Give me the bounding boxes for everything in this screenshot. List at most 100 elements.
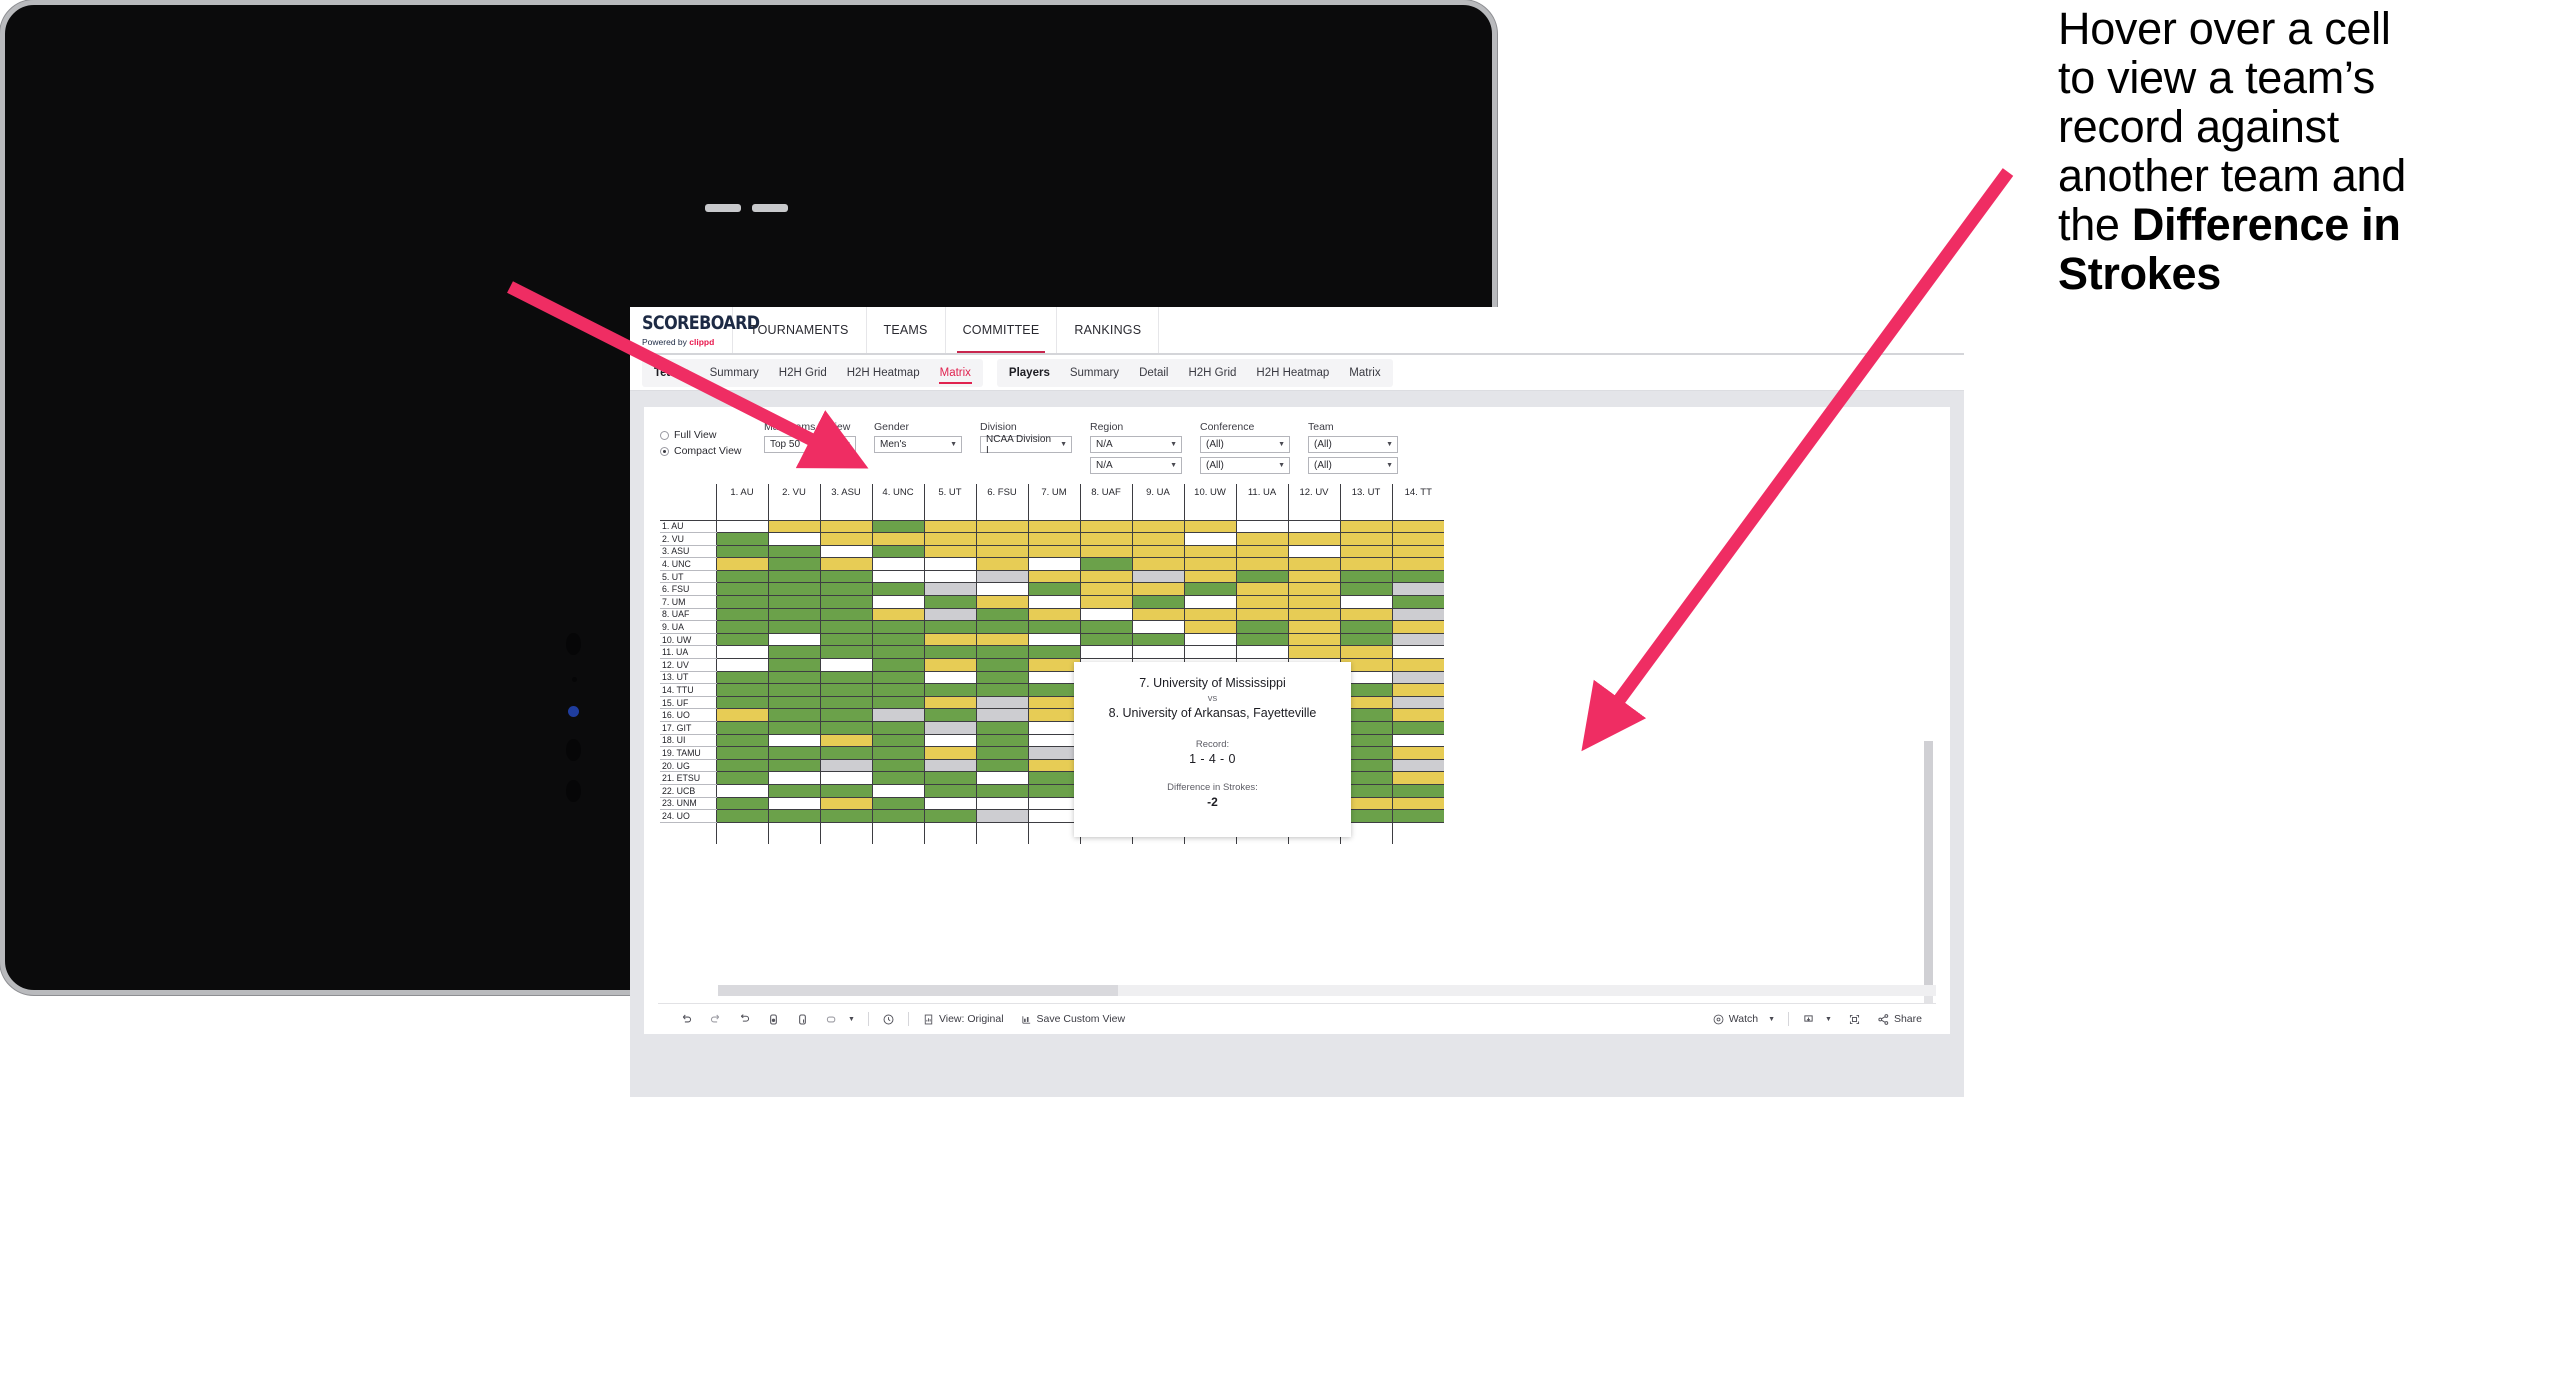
matrix-cell[interactable]	[1235, 520, 1288, 534]
matrix-cell[interactable]	[1287, 570, 1340, 584]
matrix-cell[interactable]	[923, 557, 976, 571]
matrix-cell[interactable]	[1287, 545, 1340, 559]
matrix-cell[interactable]	[715, 595, 768, 609]
matrix-cell[interactable]	[1235, 595, 1288, 609]
radio-full-view[interactable]: Full View	[660, 429, 764, 441]
matrix-cell[interactable]	[1339, 645, 1392, 660]
matrix-cell[interactable]	[715, 520, 768, 534]
matrix-cell[interactable]	[871, 595, 924, 609]
matrix-cell[interactable]	[1391, 708, 1444, 722]
matrix-cell[interactable]	[715, 557, 768, 571]
matrix-cell[interactable]	[819, 545, 872, 559]
matrix-cell[interactable]	[1287, 557, 1340, 571]
matrix-cell[interactable]	[923, 582, 976, 597]
matrix-cell[interactable]	[923, 658, 976, 672]
matrix-cell[interactable]	[871, 708, 924, 722]
radio-compact-view[interactable]: Compact View	[660, 445, 764, 457]
matrix-cell[interactable]	[767, 582, 820, 597]
matrix-cell[interactable]	[1027, 696, 1080, 710]
pause-button[interactable]	[788, 1013, 817, 1026]
matrix-cell[interactable]	[1391, 809, 1444, 823]
tab-players-h2h-heatmap[interactable]: H2H Heatmap	[1246, 359, 1339, 387]
matrix-column-header[interactable]: 7. UM	[1027, 484, 1080, 521]
matrix-cell[interactable]	[715, 797, 768, 811]
matrix-cell[interactable]	[715, 746, 768, 760]
matrix-cell[interactable]	[1391, 595, 1444, 609]
matrix-cell[interactable]	[871, 633, 924, 647]
matrix-cell[interactable]	[923, 784, 976, 798]
download-button[interactable]: ▼	[1794, 1013, 1840, 1026]
matrix-cell[interactable]	[1235, 645, 1288, 660]
matrix-cell[interactable]	[1183, 608, 1236, 622]
matrix-cell[interactable]	[975, 734, 1028, 748]
matrix-cell[interactable]	[1027, 721, 1080, 735]
tab-players-matrix[interactable]: Matrix	[1339, 359, 1390, 387]
matrix-cell[interactable]	[871, 809, 924, 823]
matrix-row-header[interactable]: 21. ETSU	[660, 771, 716, 785]
matrix-cell[interactable]	[1183, 520, 1236, 534]
matrix-column-header[interactable]: 11. UA	[1235, 484, 1288, 521]
matrix-row-header[interactable]: 11. UA	[660, 645, 716, 660]
topnav-item-tournaments[interactable]: TOURNAMENTS	[733, 307, 867, 353]
matrix-cell[interactable]	[1235, 557, 1288, 571]
matrix-cell[interactable]	[1339, 557, 1392, 571]
matrix-cell[interactable]	[1027, 797, 1080, 811]
scoreboard-logo[interactable]: SCOREBOARD Powered by clippd	[630, 307, 760, 353]
matrix-cell[interactable]	[1391, 570, 1444, 584]
matrix-cell[interactable]	[871, 746, 924, 760]
matrix-cell[interactable]	[1079, 645, 1132, 660]
matrix-row-header[interactable]: 16. UO	[660, 708, 716, 722]
matrix-cell[interactable]	[975, 532, 1028, 546]
matrix-cell[interactable]	[1027, 734, 1080, 748]
matrix-cell[interactable]	[975, 683, 1028, 697]
tab-teams-summary[interactable]: Summary	[700, 359, 769, 387]
matrix-cell[interactable]	[975, 708, 1028, 722]
matrix-cell[interactable]	[1079, 595, 1132, 609]
matrix-cell[interactable]	[715, 721, 768, 735]
matrix-cell[interactable]	[1391, 645, 1444, 660]
matrix-cell[interactable]	[923, 734, 976, 748]
matrix-cell[interactable]	[767, 520, 820, 534]
revert-button[interactable]	[730, 1013, 759, 1026]
tab-teams-h2h-heatmap[interactable]: H2H Heatmap	[837, 359, 930, 387]
matrix-cell[interactable]	[1391, 557, 1444, 571]
matrix-row-header[interactable]: 24. UO	[660, 809, 716, 823]
matrix-cell[interactable]	[871, 671, 924, 685]
matrix-cell[interactable]	[1027, 557, 1080, 571]
matrix-cell[interactable]	[819, 797, 872, 811]
matrix-cell[interactable]	[871, 620, 924, 634]
matrix-cell[interactable]	[1339, 633, 1392, 647]
matrix-cell[interactable]	[819, 620, 872, 634]
matrix-row-header[interactable]: 23. UNM	[660, 797, 716, 811]
matrix-cell[interactable]	[1391, 721, 1444, 735]
matrix-cell[interactable]	[1027, 570, 1080, 584]
matrix-cell[interactable]	[767, 721, 820, 735]
matrix-cell[interactable]	[1027, 608, 1080, 622]
matrix-cell[interactable]	[1131, 595, 1184, 609]
matrix-row-header[interactable]: 10. UW	[660, 633, 716, 647]
matrix-cell[interactable]	[923, 532, 976, 546]
matrix-row-header[interactable]: 7. UM	[660, 595, 716, 609]
matrix-column-header[interactable]: 9. UA	[1131, 484, 1184, 521]
matrix-cell[interactable]	[819, 645, 872, 660]
matrix-column-header[interactable]: 2. VU	[767, 484, 820, 521]
matrix-row-header[interactable]: 15. UF	[660, 696, 716, 710]
matrix-cell[interactable]	[1391, 658, 1444, 672]
matrix-cell[interactable]	[1183, 570, 1236, 584]
matrix-row-header[interactable]: 4. UNC	[660, 557, 716, 571]
matrix-cell[interactable]	[923, 771, 976, 785]
matrix-cell[interactable]	[767, 809, 820, 823]
matrix-cell[interactable]	[1287, 645, 1340, 660]
undo-button[interactable]	[672, 1013, 701, 1026]
matrix-row-header[interactable]: 17. GIT	[660, 721, 716, 735]
matrix-row-header[interactable]: 12. UV	[660, 658, 716, 672]
matrix-cell[interactable]	[1131, 608, 1184, 622]
matrix-cell[interactable]	[767, 759, 820, 773]
tab-teams-matrix[interactable]: Matrix	[930, 359, 981, 387]
matrix-cell[interactable]	[1027, 532, 1080, 546]
matrix-cell[interactable]	[1391, 759, 1444, 773]
matrix-cell[interactable]	[1131, 645, 1184, 660]
matrix-cell[interactable]	[767, 608, 820, 622]
matrix-column-header[interactable]: 5. UT	[923, 484, 976, 521]
matrix-cell[interactable]	[1287, 633, 1340, 647]
